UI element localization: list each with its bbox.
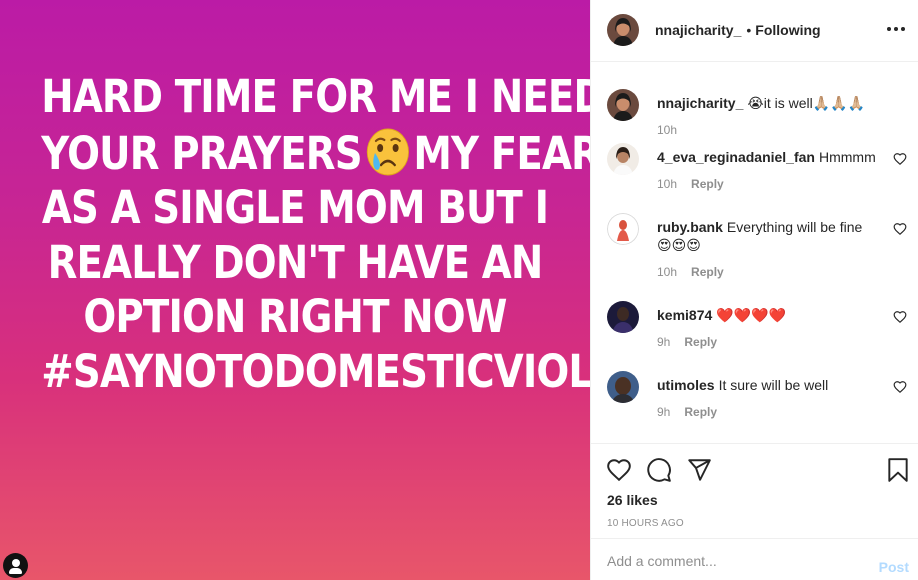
post-caption-text: HARD TIME FOR ME I NEED YOUR PRAYERS MY … [41, 70, 590, 399]
avatar[interactable] [607, 143, 639, 175]
comments-list: nnajicharity_ 😭it is well🙏🏼🙏🏼🙏🏼 10h 4_eva… [591, 63, 918, 443]
post-side-panel: nnajicharity_ • Following nnajicharity_ 😭it… [590, 0, 918, 580]
bookmark-icon[interactable] [885, 457, 911, 483]
comment-time[interactable]: 10h [657, 177, 677, 191]
post-text-line: OPTION RIGHT NOW [83, 290, 507, 343]
header-separator: • [746, 22, 752, 38]
comment-text: nnajicharity_ 😭it is well🙏🏼🙏🏼🙏🏼 [657, 94, 877, 112]
user-tag-icon[interactable] [3, 553, 28, 578]
comment-time[interactable]: 10h [657, 123, 677, 137]
more-options-dot [894, 27, 898, 31]
comment-composer: Post [591, 538, 918, 580]
share-icon[interactable] [686, 457, 712, 483]
avatar[interactable] [607, 301, 639, 333]
avatar[interactable] [607, 89, 639, 121]
user-tag-icon-head [11, 559, 20, 567]
comment-text: kemi874 ❤️❤️❤️❤️ [657, 306, 877, 324]
likes-count[interactable]: 26 likes [607, 492, 658, 508]
post-actions: 26 likes 10 HOURS AGO [591, 443, 918, 538]
post-text-line: YOUR PRAYERS MY FEARS [41, 125, 590, 182]
comment-meta: 10h [657, 123, 677, 137]
post-text-segment: MY FEARS [413, 126, 590, 180]
comment-text: ruby.bank Everything will be fine 😍😍😍 [657, 218, 877, 254]
post-header: nnajicharity_ • Following [591, 0, 918, 62]
avatar[interactable] [607, 213, 639, 245]
comment-meta: 9h Reply [657, 405, 717, 419]
post-text-line: #SAYNOTODOMESTICVIOLENC [41, 344, 590, 398]
comment-meta: 10h Reply [657, 265, 724, 279]
comment-meta: 10h Reply [657, 177, 724, 191]
comment-like-heart-icon[interactable] [893, 152, 907, 166]
user-tag-icon-body [9, 568, 22, 574]
comment-text: 4_eva_reginadaniel_fan Hmmmm [657, 148, 877, 166]
comment-username[interactable]: kemi874 [657, 307, 712, 323]
comment-text: utimoles It sure will be well [657, 376, 877, 394]
header-username-row: nnajicharity_ • Following [655, 22, 821, 38]
avatar[interactable] [607, 14, 639, 46]
comment-meta: 9h Reply [657, 335, 717, 349]
comment-body: 😭it is well🙏🏼🙏🏼🙏🏼 [747, 95, 866, 111]
reply-button[interactable]: Reply [684, 405, 717, 419]
comment-time[interactable]: 9h [657, 335, 670, 349]
comment-username[interactable]: utimoles [657, 377, 715, 393]
comment-body: ❤️❤️❤️❤️ [716, 307, 787, 323]
comment-icon[interactable] [646, 457, 672, 483]
comment-like-heart-icon[interactable] [893, 380, 907, 394]
reply-button[interactable]: Reply [691, 265, 724, 279]
heart-icon[interactable] [606, 457, 632, 483]
post-image[interactable]: HARD TIME FOR ME I NEED YOUR PRAYERS MY … [0, 0, 590, 580]
more-options-dot [887, 27, 891, 31]
reply-button[interactable]: Reply [684, 335, 717, 349]
comment-username[interactable]: ruby.bank [657, 219, 723, 235]
comment-time[interactable]: 9h [657, 405, 670, 419]
reply-button[interactable]: Reply [691, 177, 724, 191]
post-comment-button[interactable]: Post [879, 559, 909, 575]
comment-input[interactable] [607, 549, 857, 573]
comment-body: It sure will be well [718, 377, 829, 393]
more-options-dot [901, 27, 905, 31]
post-text-line: HARD TIME FOR ME I NEED [41, 70, 590, 123]
comment-username[interactable]: nnajicharity_ [657, 95, 743, 111]
crying-face-emoji [366, 128, 409, 175]
comment-body: Hmmmm [818, 149, 876, 165]
post-timestamp[interactable]: 10 HOURS AGO [607, 518, 684, 529]
comment-time[interactable]: 10h [657, 265, 677, 279]
post-text-line: REALLY DON'T HAVE AN [47, 235, 544, 289]
header-username[interactable]: nnajicharity_ [655, 22, 741, 38]
post-text-segment: YOUR PRAYERS [41, 126, 362, 180]
comment-like-heart-icon[interactable] [893, 222, 907, 236]
comment-like-heart-icon[interactable] [893, 310, 907, 324]
post-text-line: AS A SINGLE MOM BUT I [41, 181, 549, 234]
comment-username[interactable]: 4_eva_reginadaniel_fan [657, 149, 815, 165]
follow-status-button[interactable]: Following [755, 22, 820, 38]
avatar[interactable] [607, 371, 639, 403]
more-options-icon[interactable] [885, 21, 907, 37]
